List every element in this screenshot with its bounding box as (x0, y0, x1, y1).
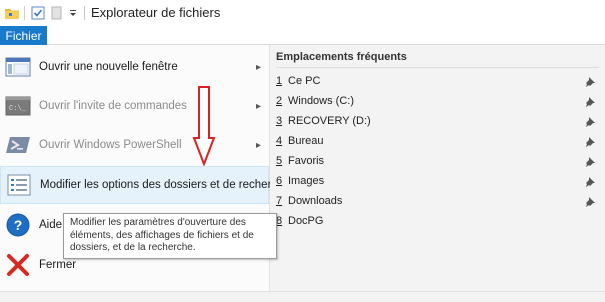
pin-icon[interactable] (584, 135, 596, 147)
frequent-place-item[interactable]: 4 Bureau (276, 131, 599, 151)
frequent-place-item[interactable]: 8 DocPG (276, 211, 599, 231)
item-number: 3 (276, 115, 283, 127)
menu-item-powershell[interactable]: Ouvrir Windows PowerShell ▸ (0, 126, 269, 164)
item-name: Windows (C:) (288, 95, 355, 107)
item-number: 7 (276, 195, 283, 207)
frequent-places-panel: Emplacements fréquents 1 Ce PC 2 Windows… (270, 45, 605, 291)
pin-icon[interactable] (584, 95, 596, 107)
red-arrow-annotation (192, 86, 216, 166)
title-divider (84, 6, 85, 20)
svg-text:?: ? (14, 217, 23, 233)
heading-divider (276, 67, 599, 68)
frequent-place-item[interactable]: 7 Downloads (276, 191, 599, 211)
help-icon: ? (4, 211, 32, 239)
tooltip-line: éléments, des affichages de fichiers et … (70, 229, 254, 241)
title-bar: Explorateur de fichiers (0, 0, 605, 26)
submenu-arrow-icon: ▸ (256, 139, 262, 151)
pin-icon[interactable] (584, 175, 596, 187)
tab-fichier[interactable]: Fichier (0, 26, 47, 45)
frequent-places-heading: Emplacements fréquents (276, 51, 407, 63)
frequent-place-item[interactable]: 3 RECOVERY (D:) (276, 111, 599, 131)
menu-item-command-prompt[interactable]: C:\_ Ouvrir l'invite de commandes ▸ (0, 87, 269, 125)
menu-item-folder-options[interactable]: Modifier les options des dossiers et de … (0, 166, 290, 204)
item-name: Favoris (288, 155, 325, 167)
close-icon (4, 251, 32, 279)
tooltip-line: Modifier les paramètres d'ouverture des (70, 217, 246, 228)
pin-icon[interactable] (584, 155, 596, 167)
item-name: Images (288, 175, 325, 187)
menu-item-label: Ouvrir l'invite de commandes (39, 100, 187, 112)
folder-options-tooltip: Modifier les paramètres d'ouverture des … (63, 213, 277, 259)
item-number: 2 (276, 95, 283, 107)
menu-bottom-bar (0, 291, 605, 302)
item-name: Ce PC (288, 75, 321, 87)
frequent-place-item[interactable]: 1 Ce PC (276, 71, 599, 91)
frequent-place-item[interactable]: 5 Favoris (276, 151, 599, 171)
menu-item-label: Aide (39, 219, 63, 231)
menu-item-label: Ouvrir Windows PowerShell (39, 139, 182, 151)
item-name: DocPG (288, 215, 324, 227)
item-number: 4 (276, 135, 283, 147)
pin-icon[interactable] (584, 75, 596, 87)
menu-item-label: Modifier les options des dossiers et de … (40, 179, 290, 191)
item-name: RECOVERY (D:) (288, 115, 371, 127)
powershell-icon (4, 131, 32, 159)
item-number: 1 (276, 75, 283, 87)
new-window-icon (4, 53, 32, 81)
pin-icon[interactable] (584, 195, 596, 207)
frequent-place-item[interactable]: 2 Windows (C:) (276, 91, 599, 111)
ribbon-bar (0, 26, 605, 45)
item-name: Bureau (288, 135, 324, 147)
menu-item-new-window[interactable]: Ouvrir une nouvelle fenêtre ▸ (0, 48, 269, 86)
submenu-arrow-icon: ▸ (256, 100, 262, 112)
item-number: 5 (276, 155, 283, 167)
quick-access-divider (24, 6, 25, 20)
pin-icon[interactable] (584, 115, 596, 127)
frequent-place-item[interactable]: 6 Images (276, 171, 599, 191)
customize-toolbar-chevron-icon[interactable] (67, 4, 79, 22)
window-title: Explorateur de fichiers (91, 5, 221, 20)
folder-options-icon (5, 171, 33, 199)
svg-text:C:\_: C:\_ (9, 105, 27, 113)
item-number: 6 (276, 175, 283, 187)
folder-app-icon (4, 4, 20, 22)
menu-item-label: Fermer (39, 259, 77, 271)
item-name: Downloads (288, 195, 343, 207)
menu-item-label: Ouvrir une nouvelle fenêtre (39, 61, 178, 73)
submenu-arrow-icon: ▸ (256, 61, 262, 73)
new-folder-icon[interactable] (51, 4, 63, 22)
properties-icon[interactable] (31, 4, 45, 22)
tooltip-line: dossiers, et de la recherche. (70, 242, 196, 253)
command-prompt-icon: C:\_ (4, 92, 32, 120)
